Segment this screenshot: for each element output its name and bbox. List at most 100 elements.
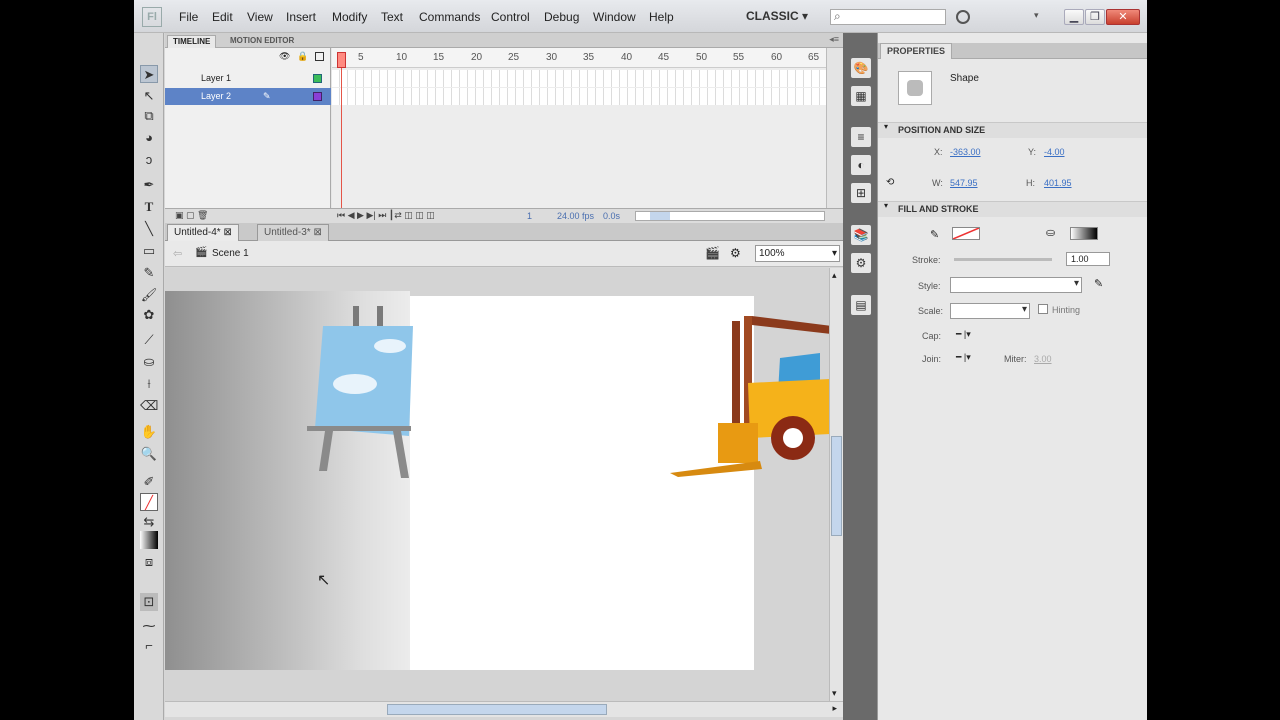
tab-document-untitled-3[interactable]: Untitled-3* ⊠ [257,224,329,241]
bone-tool-icon[interactable]: ⟋ [140,331,158,349]
outline-icon[interactable] [315,52,324,61]
close-icon[interactable]: ⊠ [313,227,321,238]
default-colors-icon[interactable] [140,531,158,549]
subselection-tool-icon[interactable]: ↖ [140,87,158,105]
easel-graphic[interactable] [305,306,415,481]
info-panel-icon[interactable]: ◐ [851,155,871,175]
swatches-panel-icon[interactable]: ▦ [851,86,871,106]
h-value[interactable]: 401.95 [1044,178,1072,188]
edit-stroke-style-icon[interactable]: ✎ [1094,277,1103,290]
scene-label[interactable]: Scene 1 [212,248,249,259]
layer-row-1[interactable]: Layer 1 [165,70,331,87]
menu-text[interactable]: Text [381,10,403,24]
playhead-marker[interactable] [337,52,346,68]
join-dropdown[interactable]: ━ |▾ [956,352,971,363]
scroll-thumb[interactable] [650,212,670,220]
chevron-down-icon[interactable]: ▾ [832,688,837,699]
fill-color-icon[interactable]: ╱ [140,493,158,511]
x-value[interactable]: -363.00 [950,147,981,157]
pencil-tool-icon[interactable]: ✎ [140,264,158,282]
miter-value[interactable]: 3.00 [1034,354,1052,364]
stroke-color-swatch[interactable] [952,227,980,240]
y-value[interactable]: -4.00 [1044,147,1065,157]
chevron-up-icon[interactable]: ▴ [832,270,837,281]
chevron-right-icon[interactable]: ▸ [832,703,837,714]
menu-help[interactable]: Help [649,10,674,24]
forklift-graphic[interactable] [670,313,855,478]
stroke-width-input[interactable]: 1.00 [1066,252,1110,266]
menu-edit[interactable]: Edit [212,10,233,24]
color-panel-icon[interactable]: 🎨 [851,58,871,78]
stage-hscroll[interactable]: ▸ [165,701,843,717]
w-value[interactable]: 547.95 [950,178,978,188]
menu-insert[interactable]: Insert [286,10,316,24]
selection-tool-icon[interactable]: ➤ [140,65,158,83]
object-drawing-icon[interactable]: ⊡ [140,593,158,611]
components-panel-icon[interactable]: ⚙ [851,253,871,273]
brush-tool-icon[interactable]: 🖌 [140,286,158,304]
paint-bucket-icon[interactable]: ⛀ [140,353,158,371]
stroke-color-icon[interactable]: ✐ [140,473,158,491]
tab-timeline[interactable]: TIMELINE [167,35,217,48]
align-panel-icon[interactable]: ≡ [851,127,871,147]
fill-color-swatch[interactable] [1070,227,1098,240]
3d-rotation-icon[interactable]: ◕ [140,129,158,147]
restore-button[interactable]: ❐ [1085,9,1105,25]
stroke-slider[interactable] [954,258,1052,261]
chevron-down-icon[interactable]: ▾ [1034,10,1039,21]
layer-row-2[interactable]: Layer 2 ✎ [165,88,331,105]
rectangle-tool-icon[interactable]: ▭ [140,242,158,260]
menu-file[interactable]: File [179,10,198,24]
menu-modify[interactable]: Modify [332,10,367,24]
transform-panel-icon[interactable]: ⊞ [851,183,871,203]
snap-icon[interactable]: ⧈ [140,553,158,571]
edit-scene-icon[interactable]: 🎬 [705,246,720,260]
frame-grid[interactable]: 5 10 15 20 25 30 35 40 45 50 55 60 65 [332,48,826,208]
help-search-input[interactable]: ⌕ [830,9,946,25]
menu-commands[interactable]: Commands [419,10,480,24]
deco-tool-icon[interactable]: ✿ [140,306,158,324]
stage-vscroll[interactable]: ▴ ▾ [829,268,843,701]
motion-presets-icon[interactable]: ▤ [851,295,871,315]
cap-dropdown[interactable]: ━ |▾ [956,329,971,340]
menu-debug[interactable]: Debug [544,10,579,24]
edit-symbol-icon[interactable]: ⚙ [730,246,741,260]
cs-live-icon[interactable] [956,10,970,24]
pen-tool-icon[interactable]: ✒ [140,176,158,194]
back-arrow-icon[interactable]: ⇦ [173,247,182,260]
style-dropdown[interactable] [950,277,1082,293]
stage-area[interactable]: ↖ [165,268,854,701]
library-panel-icon[interactable]: 📚 [851,225,871,245]
scale-dropdown[interactable] [950,303,1030,319]
panel-menu-icon[interactable]: ◂≡ [829,34,839,45]
straighten-icon[interactable]: ⌐ [140,637,158,655]
lasso-icon[interactable]: ↄ [140,151,158,169]
timeline-hscroll[interactable] [635,211,825,221]
scroll-thumb[interactable] [831,436,842,536]
frame-row[interactable] [332,70,826,87]
text-tool-icon[interactable]: T [140,198,158,216]
menu-control[interactable]: Control [491,10,530,24]
line-tool-icon[interactable]: ╲ [140,220,158,238]
hand-tool-icon[interactable]: ✋ [140,423,158,441]
tab-document-untitled-4[interactable]: Untitled-4* ⊠ [167,224,239,241]
close-button[interactable]: ✕ [1106,9,1140,25]
smooth-icon[interactable]: ⁓ [140,617,158,635]
playback-controls[interactable]: ⏮ ◀ ▶ ▶| ⏭ ┃⇄ ◫ ◫ ◫ [337,210,435,221]
frame-rate[interactable]: 24.00 fps [557,211,594,221]
tab-properties[interactable]: PROPERTIES [880,43,953,59]
timeline-vscroll[interactable] [826,48,843,208]
frame-ruler[interactable]: 5 10 15 20 25 30 35 40 45 50 55 60 65 [332,48,826,68]
menu-window[interactable]: Window [593,10,636,24]
scroll-thumb[interactable] [387,704,607,715]
eyedropper-icon[interactable]: ⟊ [140,375,158,393]
close-icon[interactable]: ⊠ [223,227,231,238]
new-layer-icon[interactable]: ▣ ▢ 🗑 [175,210,208,221]
frame-row[interactable] [332,88,826,105]
section-fill-stroke[interactable]: FILL AND STROKE [878,201,1147,217]
zoom-tool-icon[interactable]: 🔍 [140,445,158,463]
swap-colors-icon[interactable]: ⇆ [140,513,158,531]
minimize-button[interactable]: ▁ [1064,9,1084,25]
tab-motion-editor[interactable]: MOTION EDITOR [225,35,299,48]
eraser-tool-icon[interactable]: ⌫ [140,397,158,415]
